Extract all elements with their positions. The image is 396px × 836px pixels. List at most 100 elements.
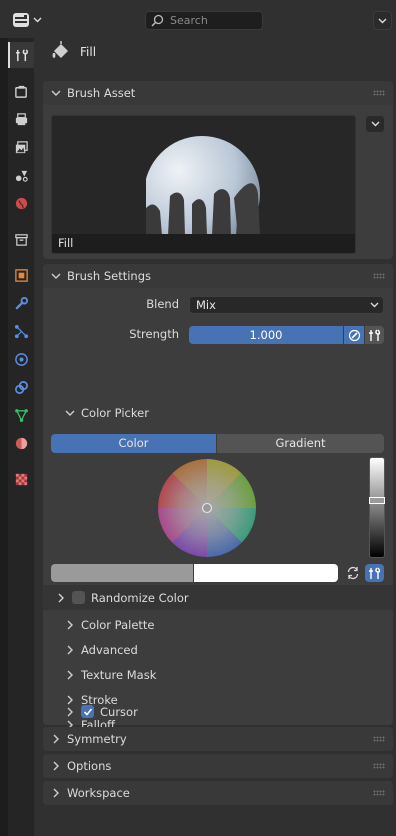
- brush-asset-panel: Brush Asset Fill: [43, 81, 393, 259]
- chevron-right-icon: [67, 707, 73, 716]
- color-picker-header[interactable]: Color Picker: [43, 400, 393, 425]
- tab-particles[interactable]: [8, 318, 34, 344]
- options-panel: Options: [43, 754, 393, 778]
- properties-area: Fill Brush Asset Fill Brush Settings Ble…: [34, 38, 396, 836]
- workspace-panel: Workspace: [43, 781, 393, 805]
- color-palette-row[interactable]: Color Palette: [43, 612, 393, 637]
- randomize-color-checkbox[interactable]: [72, 591, 85, 604]
- blend-dropdown[interactable]: Mix: [189, 296, 384, 314]
- options-title: Options: [67, 759, 112, 773]
- tab-modifiers[interactable]: [8, 290, 34, 316]
- advanced-label: Advanced: [81, 642, 138, 657]
- workspace-panel-header[interactable]: Workspace: [43, 781, 393, 805]
- swap-colors-icon[interactable]: [346, 566, 360, 580]
- value-slider-handle[interactable]: [369, 497, 385, 504]
- color-wheel[interactable]: [156, 457, 258, 559]
- options-panel-header[interactable]: Options: [43, 754, 393, 778]
- unified-strength-toggle[interactable]: [365, 326, 384, 344]
- texture-mask-label: Texture Mask: [81, 667, 157, 682]
- image-icon: [15, 140, 28, 153]
- blend-label: Blend: [146, 297, 179, 311]
- render-icon: [14, 85, 27, 98]
- chevron-down-icon: [65, 410, 75, 416]
- primary-color-swatch[interactable]: [51, 564, 193, 582]
- chevron-down-icon: [33, 17, 42, 23]
- drag-handle-icon[interactable]: [373, 273, 385, 279]
- search-icon: [151, 14, 164, 27]
- tab-view-layer[interactable]: [8, 134, 34, 160]
- search-input[interactable]: Search: [145, 11, 263, 30]
- texture-mask-row[interactable]: Texture Mask: [43, 662, 393, 687]
- chevron-down-icon: [51, 273, 61, 279]
- material-icon: [15, 437, 27, 449]
- printer-icon: [15, 112, 27, 125]
- brush-asset-title: Brush Asset: [67, 86, 136, 100]
- drag-handle-icon[interactable]: [373, 790, 385, 796]
- brush-name: Fill: [52, 234, 355, 253]
- texture-checker-icon: [15, 473, 27, 485]
- pressure-toggle[interactable]: [344, 326, 364, 344]
- region-edge: [0, 38, 8, 836]
- brush-asset-panel-header[interactable]: Brush Asset: [43, 81, 393, 105]
- tab-collection[interactable]: [8, 226, 34, 252]
- secondary-color-swatch[interactable]: [194, 564, 338, 582]
- drag-handle-icon[interactable]: [373, 736, 385, 742]
- tab-physics[interactable]: [8, 346, 34, 372]
- cursor-checkbox[interactable]: [81, 705, 94, 718]
- tab-scene[interactable]: [8, 162, 34, 188]
- workspace-title: Workspace: [67, 786, 130, 800]
- tab-data[interactable]: [8, 402, 34, 428]
- tab-tool[interactable]: [8, 42, 34, 68]
- chevron-right-icon: [53, 734, 59, 744]
- header-options-dropdown[interactable]: [373, 11, 392, 30]
- collection-icon: [14, 233, 28, 246]
- physics-icon: [14, 352, 28, 366]
- search-placeholder: Search: [170, 14, 208, 27]
- editor-type-button[interactable]: [8, 9, 46, 31]
- properties-tab-bar: [8, 38, 34, 836]
- tab-output[interactable]: [8, 106, 34, 132]
- chevron-right-icon: [67, 645, 73, 654]
- brush-preview-image: [92, 116, 260, 252]
- chevron-right-icon: [53, 788, 59, 798]
- chevron-down-icon: [378, 18, 387, 23]
- checkmark-icon: [83, 707, 92, 716]
- brush-preview[interactable]: Fill: [51, 115, 356, 254]
- unified-color-toggle[interactable]: [365, 564, 384, 582]
- wrench-icon: [15, 296, 28, 309]
- chevron-right-icon: [53, 761, 59, 771]
- tab-world[interactable]: [8, 190, 34, 216]
- cursor-label: Cursor: [100, 704, 138, 719]
- drag-handle-icon[interactable]: [373, 763, 385, 769]
- tab-texture[interactable]: [8, 466, 34, 492]
- randomize-color-row[interactable]: Randomize Color: [43, 585, 393, 610]
- drag-handle-icon[interactable]: [373, 90, 385, 96]
- brushes-link-icon: [369, 329, 381, 341]
- particles-icon: [14, 324, 28, 338]
- properties-editor-icon: [13, 13, 29, 27]
- tab-gradient[interactable]: Gradient: [217, 434, 384, 453]
- tab-material[interactable]: [8, 430, 34, 456]
- tab-object[interactable]: [8, 262, 34, 288]
- tab-color[interactable]: Color: [51, 434, 216, 453]
- tab-constraints[interactable]: [8, 374, 34, 400]
- pen-pressure-icon: [348, 329, 360, 341]
- chevron-down-icon: [371, 121, 379, 127]
- brush-settings-panel-header[interactable]: Brush Settings: [43, 264, 393, 288]
- strength-label: Strength: [129, 327, 179, 341]
- brushes-link-icon: [369, 567, 381, 579]
- strength-slider[interactable]: 1.000: [189, 326, 343, 344]
- chevron-right-icon: [67, 670, 73, 679]
- scene-icon: [15, 170, 28, 182]
- value-slider[interactable]: [369, 457, 385, 558]
- chevron-down-icon: [370, 302, 379, 308]
- tab-render[interactable]: [8, 78, 34, 104]
- tool-title: Fill: [80, 45, 97, 59]
- symmetry-panel-header[interactable]: Symmetry: [43, 727, 393, 751]
- brush-settings-panel: Brush Settings Blend Mix Strength 1.000: [43, 264, 393, 732]
- tool-header: Fill: [34, 38, 396, 78]
- chevron-right-icon: [67, 620, 73, 629]
- brush-asset-menu-button[interactable]: [365, 115, 385, 133]
- advanced-row[interactable]: Advanced: [43, 637, 393, 662]
- cursor-row[interactable]: Cursor: [43, 699, 393, 724]
